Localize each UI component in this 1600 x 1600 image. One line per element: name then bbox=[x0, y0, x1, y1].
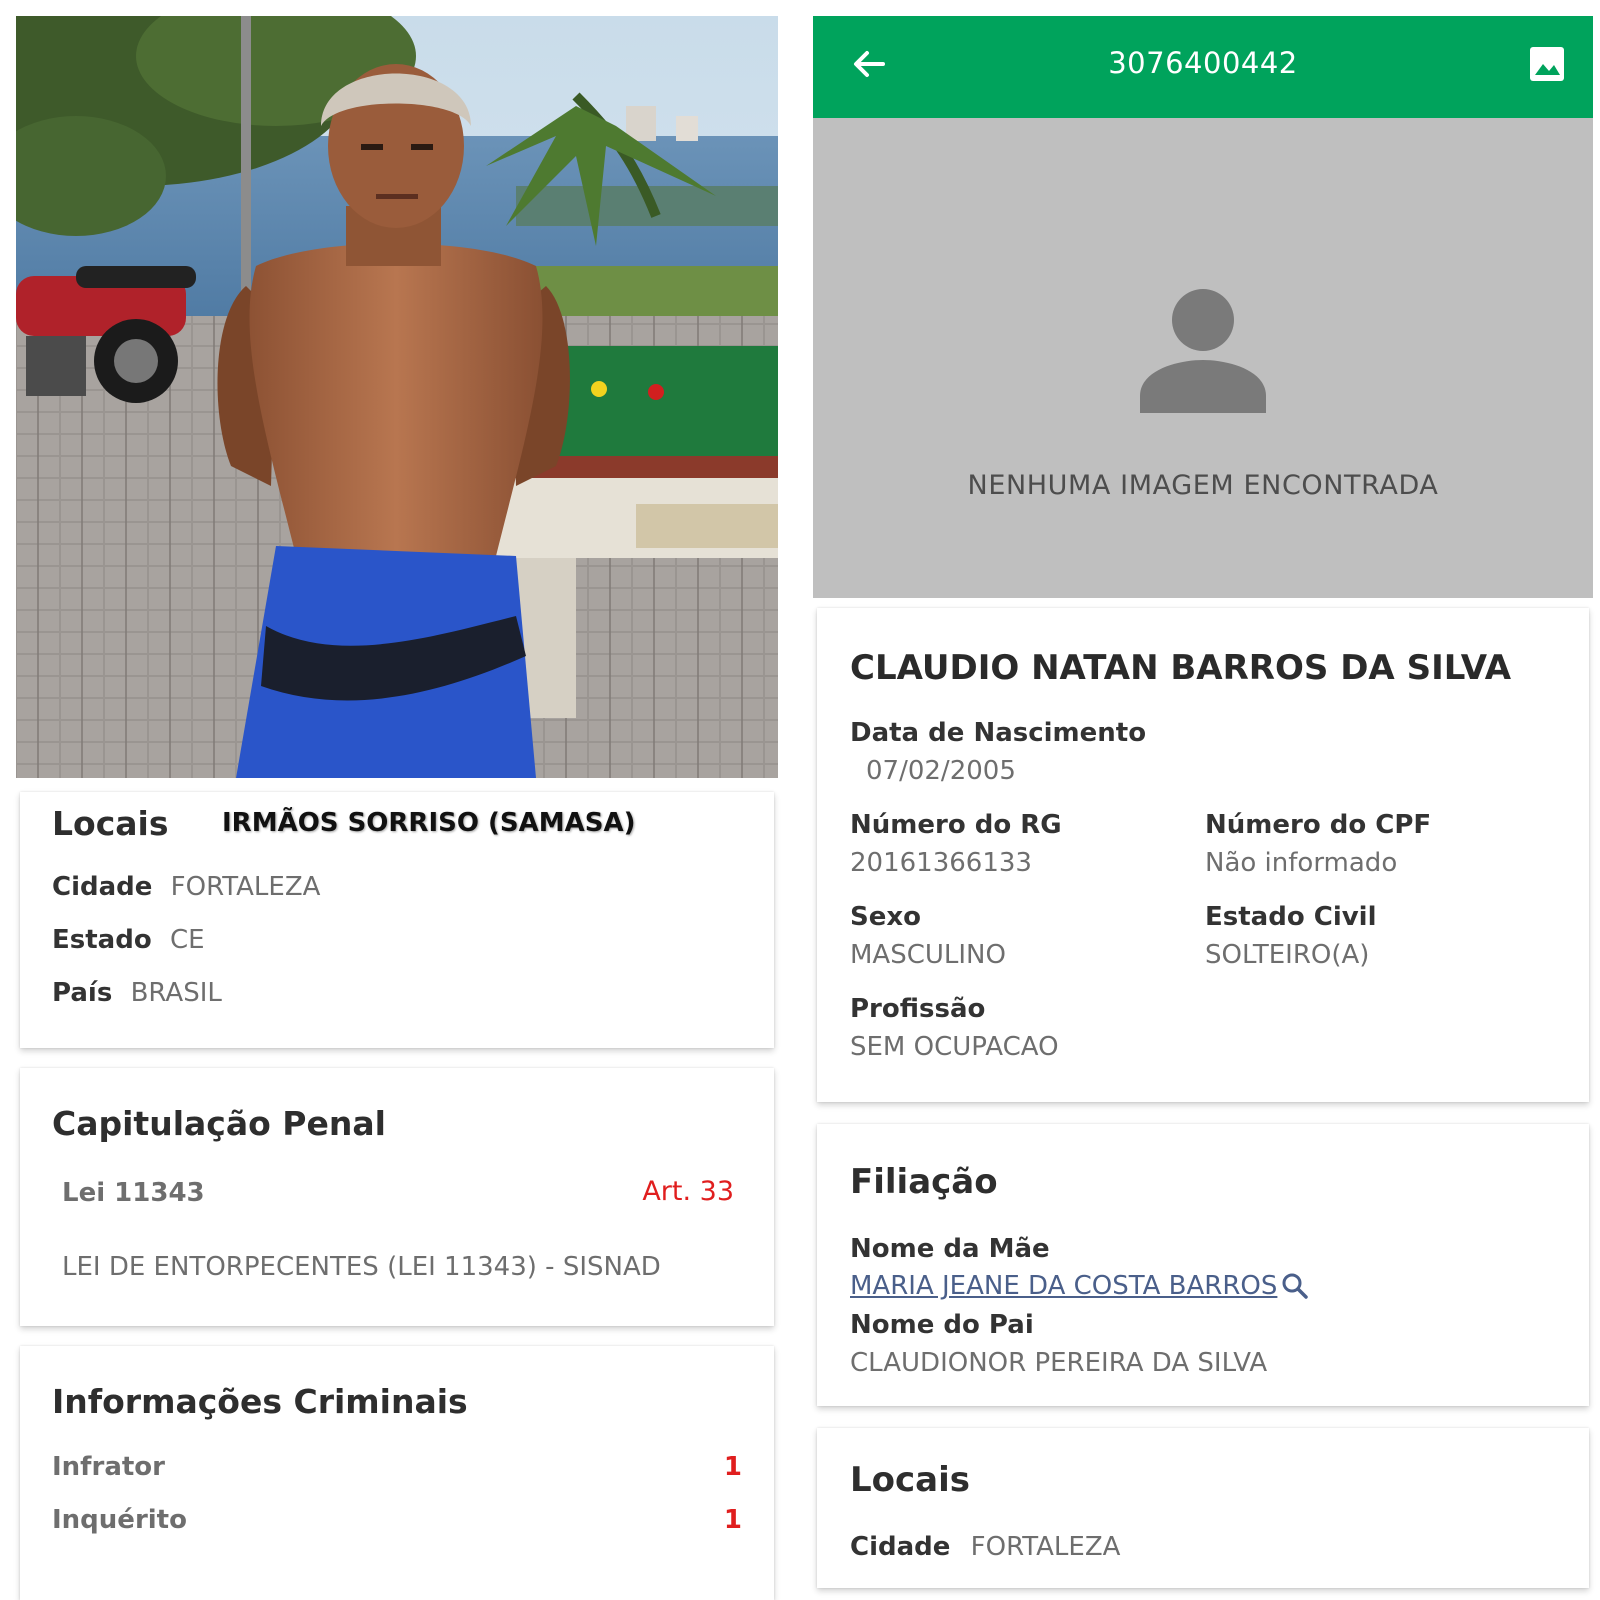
nascimento-label: Data de Nascimento bbox=[850, 718, 1147, 748]
app-bar: 3076400442 bbox=[813, 16, 1593, 118]
capitulacao-card: Capitulação Penal Lei 11343 Art. 33 LEI … bbox=[20, 1068, 774, 1326]
capitulacao-title: Capitulação Penal bbox=[52, 1104, 386, 1143]
estado-civil-value: SOLTEIRO(A) bbox=[1205, 940, 1370, 970]
cidade-value: FORTALEZA bbox=[170, 872, 321, 902]
informacoes-card: Informações Criminais Infrator 1 Inquéri… bbox=[20, 1346, 774, 1600]
sexo-value: MASCULINO bbox=[850, 940, 1006, 970]
filiacao-card: Filiação Nome da Mãe MARIA JEANE DA COST… bbox=[817, 1124, 1589, 1406]
cidade-label: Cidade bbox=[52, 872, 153, 902]
profissao-label: Profissão bbox=[850, 994, 986, 1024]
pai-value: CLAUDIONOR PEREIRA DA SILVA bbox=[850, 1348, 1268, 1378]
cidade-row: Cidade FORTALEZA bbox=[52, 872, 320, 902]
overlay-caption: IRMÃOS SORRISO (SAMASA) bbox=[222, 808, 636, 838]
inquerito-label: Inquérito bbox=[52, 1505, 187, 1535]
informacoes-title: Informações Criminais bbox=[52, 1382, 468, 1421]
infrator-label: Infrator bbox=[52, 1452, 165, 1482]
filiacao-title: Filiação bbox=[850, 1162, 998, 1202]
locais-card-left: Locais IRMÃOS SORRISO (SAMASA) Cidade FO… bbox=[20, 792, 774, 1048]
estado-label: Estado bbox=[52, 925, 152, 955]
cpf-value: Não informado bbox=[1205, 848, 1398, 878]
cidade-right-label: Cidade bbox=[850, 1532, 951, 1562]
no-image-placeholder: NENHUMA IMAGEM ENCONTRADA bbox=[813, 118, 1593, 598]
sexo-label: Sexo bbox=[850, 902, 921, 932]
estado-value: CE bbox=[169, 925, 205, 955]
pais-row: País BRASIL bbox=[52, 978, 222, 1008]
rg-value: 20161366133 bbox=[850, 848, 1032, 878]
search-icon[interactable] bbox=[1281, 1272, 1309, 1300]
cidade-right-value: FORTALEZA bbox=[970, 1532, 1121, 1562]
mae-value[interactable]: MARIA JEANE DA COSTA BARROS bbox=[850, 1271, 1277, 1301]
mae-label: Nome da Mãe bbox=[850, 1234, 1050, 1264]
inquerito-count: 1 bbox=[723, 1505, 742, 1535]
lei-label: Lei 11343 bbox=[62, 1178, 205, 1208]
nascimento-value: 07/02/2005 bbox=[866, 756, 1016, 786]
cpf-label: Número do CPF bbox=[1205, 810, 1432, 840]
person-card: CLAUDIO NATAN BARROS DA SILVA Data de Na… bbox=[817, 608, 1589, 1102]
pai-label: Nome do Pai bbox=[850, 1310, 1034, 1340]
infrator-count: 1 bbox=[723, 1452, 742, 1482]
pais-label: País bbox=[52, 978, 113, 1008]
record-id-title: 3076400442 bbox=[1108, 46, 1298, 80]
estado-civil-label: Estado Civil bbox=[1205, 902, 1377, 932]
rg-label: Número do RG bbox=[850, 810, 1062, 840]
person-placeholder-icon bbox=[1138, 288, 1268, 413]
estado-row: Estado CE bbox=[52, 925, 205, 955]
mae-link[interactable]: MARIA JEANE DA COSTA BARROS bbox=[850, 1271, 1309, 1301]
person-name: CLAUDIO NATAN BARROS DA SILVA bbox=[850, 648, 1512, 688]
suspect-photo bbox=[16, 16, 778, 778]
image-icon[interactable] bbox=[1527, 44, 1567, 84]
no-image-message: NENHUMA IMAGEM ENCONTRADA bbox=[967, 470, 1439, 501]
locais-card-right: Locais Cidade FORTALEZA bbox=[817, 1428, 1589, 1588]
cidade-right-row: Cidade FORTALEZA bbox=[850, 1532, 1120, 1562]
pais-value: BRASIL bbox=[130, 978, 222, 1008]
lei-descricao: LEI DE ENTORPECENTES (LEI 11343) - SISNA… bbox=[62, 1252, 661, 1282]
locais-right-title: Locais bbox=[850, 1460, 971, 1500]
locais-title: Locais bbox=[52, 804, 169, 843]
profissao-value: SEM OCUPACAO bbox=[850, 1032, 1059, 1062]
artigo-value: Art. 33 bbox=[642, 1176, 734, 1207]
